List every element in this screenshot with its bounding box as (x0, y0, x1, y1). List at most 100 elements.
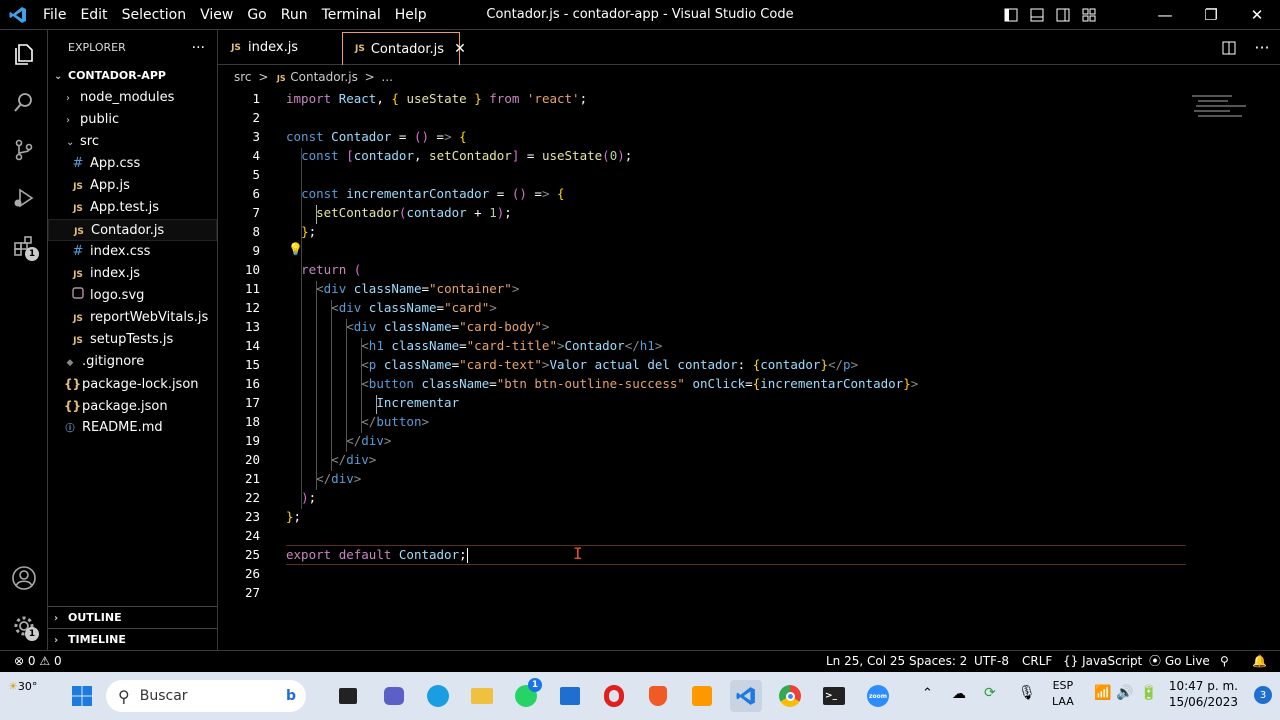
notification-badge[interactable]: 3 (1254, 686, 1272, 704)
toggle-primary-sidebar-icon[interactable] (998, 0, 1024, 30)
clock[interactable]: 10:47 p. m. 15/06/2023 (1169, 678, 1238, 710)
toggle-secondary-sidebar-icon[interactable] (1050, 0, 1076, 30)
more-actions-icon[interactable]: ··· (192, 40, 205, 56)
tree-item-node-modules[interactable]: › node_modules (48, 87, 217, 109)
code-line[interactable]: export default Contador; (286, 547, 468, 563)
code-line[interactable]: <div className="card"> (286, 300, 497, 315)
tree-item-public[interactable]: › public (48, 109, 217, 131)
language-mode[interactable]: {} JavaScript (1063, 651, 1142, 672)
microphone-icon[interactable]: 🎙 (1018, 685, 1036, 701)
code-line[interactable]: <h1 className="card-title">Contador</h1> (286, 338, 662, 353)
restore-icon[interactable]: ❐ (1188, 0, 1234, 30)
tree-item-readme-md[interactable]: ⓘ README.md (48, 417, 217, 439)
whatsapp-icon[interactable]: 1 (510, 678, 542, 712)
tree-item-package-json[interactable]: {}package.json (48, 395, 217, 417)
menu-go[interactable]: Go (240, 0, 273, 30)
breadcrumb-file[interactable]: Contador.js (290, 70, 358, 84)
source-control-icon[interactable] (0, 126, 48, 174)
project-root[interactable]: ⌄ CONTADOR-APP (48, 65, 217, 87)
code-line[interactable]: setContador(contador + 1); (286, 205, 512, 220)
code-line[interactable]: Incrementar (286, 395, 459, 410)
code-editor[interactable]: 1 import React, { useState } from 'react'… (218, 88, 1280, 628)
tree-item-src[interactable]: ⌄ src (48, 131, 217, 153)
toggle-panel-icon[interactable] (1024, 0, 1050, 30)
tree-item-logo-svg[interactable]: logo.svg (48, 285, 217, 307)
tree-item-gitignore[interactable]: ◆ .gitignore (48, 351, 217, 373)
menu-selection[interactable]: Selection (115, 0, 194, 30)
battery-icon[interactable]: 🔋 (1140, 685, 1157, 701)
account-icon[interactable] (0, 554, 48, 602)
tree-item-package-lock-json[interactable]: {}package-lock.json (48, 373, 217, 395)
vscode-taskbar-icon[interactable] (730, 680, 762, 712)
teams-icon[interactable] (378, 680, 410, 712)
indentation[interactable]: Spaces: 2 (909, 651, 967, 672)
opera-icon[interactable] (598, 680, 630, 712)
menu-file[interactable]: File (36, 0, 73, 30)
menu-view[interactable]: View (193, 0, 240, 30)
timeline-panel-header[interactable]: › TIMELINE (48, 628, 217, 650)
explorer-icon[interactable] (0, 30, 48, 78)
customize-layout-icon[interactable] (1076, 0, 1102, 30)
close-tab-icon[interactable]: ✕ (454, 41, 466, 57)
problems-indicator[interactable]: ⊗ 0 ⚠ 0 (14, 651, 62, 672)
edge-icon[interactable] (422, 680, 454, 712)
terminal-icon[interactable]: >_ (818, 680, 850, 712)
tree-item-contador-js[interactable]: JS Contador.js (48, 219, 217, 241)
code-line[interactable]: <div className="container"> (286, 281, 519, 296)
menu-terminal[interactable]: Terminal (315, 0, 388, 30)
menu-edit[interactable]: Edit (73, 0, 114, 30)
outline-panel-header[interactable]: › OUTLINE (48, 606, 217, 628)
code-line[interactable]: import React, { useState } from 'react'; (286, 91, 587, 106)
account-status-icon[interactable]: ⚲ (1220, 651, 1229, 672)
file-explorer-icon[interactable] (466, 680, 498, 712)
code-line[interactable]: const Contador = () => { (286, 129, 467, 144)
code-line[interactable]: <div className="card-body"> (286, 319, 549, 334)
sync-icon[interactable]: ⟳ (984, 685, 996, 701)
taskbar-search[interactable]: ⚲ Buscar b (106, 680, 306, 712)
line-ending[interactable]: CRLF (1022, 651, 1052, 672)
code-line[interactable]: }; (286, 509, 301, 524)
code-line[interactable]: </div> (286, 471, 361, 486)
windows-start-icon[interactable] (66, 680, 98, 712)
volume-icon[interactable]: 🔊 (1116, 685, 1133, 701)
language-indicator[interactable]: ESP LAA (1052, 678, 1074, 710)
cloud-icon[interactable]: ☁ (952, 686, 966, 702)
tree-item-app-css[interactable]: # App.css (48, 153, 217, 175)
zoom-icon[interactable]: zoom (862, 680, 894, 712)
tab-index-js[interactable]: JS index.js (218, 30, 342, 65)
encoding[interactable]: UTF-8 (974, 651, 1009, 672)
minimize-icon[interactable]: — (1142, 0, 1188, 30)
wifi-icon[interactable]: 📶 (1094, 685, 1111, 701)
store-icon[interactable] (554, 680, 586, 712)
close-window-icon[interactable]: ✕ (1234, 0, 1280, 30)
show-hidden-icons-chevron-icon[interactable]: ⌃ (922, 686, 933, 701)
run-debug-icon[interactable] (0, 174, 48, 222)
editor-more-icon[interactable]: ··· (1244, 38, 1280, 57)
cursor-position[interactable]: Ln 25, Col 25 (826, 651, 905, 672)
editor-scrollbar[interactable] (1270, 88, 1280, 628)
tree-item-app-test-js[interactable]: JS App.test.js (48, 197, 217, 219)
breadcrumb-folder[interactable]: src (234, 70, 252, 84)
tree-item-index-css[interactable]: # index.css (48, 241, 217, 263)
manage-gear-icon[interactable]: 1 (0, 602, 48, 650)
tree-item-app-js[interactable]: JS App.js (48, 175, 217, 197)
code-line[interactable]: <button className="btn btn-outline-succe… (286, 376, 918, 391)
tree-item-reportwebvitals-js[interactable]: JS reportWebVitals.js (48, 307, 217, 329)
chrome-icon[interactable] (774, 680, 806, 712)
tree-item-setuptests-js[interactable]: JS setupTests.js (48, 329, 217, 351)
code-line[interactable]: <p className="card-text">Valor actual de… (286, 357, 858, 372)
menu-run[interactable]: Run (274, 0, 315, 30)
sublime-text-icon[interactable] (686, 680, 718, 712)
code-line[interactable]: </button> (286, 414, 429, 429)
weather-widget[interactable]: ☀30° (8, 680, 37, 693)
notifications-bell-icon[interactable]: 🔔 (1252, 651, 1267, 672)
code-line[interactable]: const incrementarContador = () => { (286, 186, 564, 201)
extensions-icon[interactable]: 1 (0, 222, 48, 270)
search-icon[interactable] (0, 78, 48, 126)
split-editor-icon[interactable] (1214, 41, 1244, 55)
code-line[interactable]: return ( (286, 262, 361, 277)
brave-icon[interactable] (642, 680, 674, 712)
tab-contador-js[interactable]: JS Contador.js ✕ (342, 32, 466, 65)
file-explorer-dark-icon[interactable] (332, 680, 364, 712)
tree-item-index-js[interactable]: JS index.js (48, 263, 217, 285)
